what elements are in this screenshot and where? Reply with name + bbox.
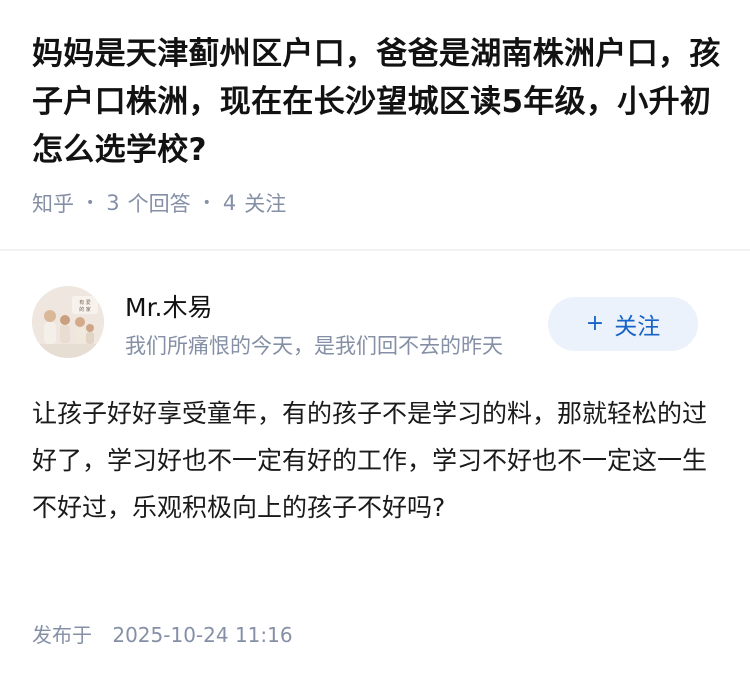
source-label[interactable]: 知乎 (32, 188, 74, 218)
section-divider (0, 249, 750, 251)
publish-label: 发布于 (32, 623, 92, 647)
answer-content[interactable]: 让孩子好好享受童年，有的孩子不是学习的料，那就轻松的过好了，学习好也不一定有好的… (32, 390, 712, 531)
separator-dot: • (86, 195, 95, 211)
follow-button[interactable]: + 关注 (548, 297, 698, 351)
author-bio: 我们所痛恨的今天，是我们回不去的昨天 (125, 334, 503, 358)
follow-count-label[interactable]: 关注 (244, 188, 286, 218)
svg-text:有 爱: 有 爱 (79, 299, 91, 306)
question-title[interactable]: 妈妈是天津蓟州区户口，爸爸是湖南株洲户口，孩子户口株洲，现在在长沙望城区读5年级… (32, 30, 722, 174)
separator-dot: • (202, 195, 211, 211)
family-photo-avatar-icon: 有 爱 的 家 (32, 286, 104, 358)
plus-icon: + (585, 311, 605, 336)
question-header: 妈妈是天津蓟州区户口，爸爸是湖南株洲户口，孩子户口株洲，现在在长沙望城区读5年级… (32, 30, 722, 218)
answer-count-label[interactable]: 个回答 (128, 188, 191, 218)
author-row: 有 爱 的 家 Mr.木易 我们所痛恨的今天，是我们回不去的昨天 + 关注 (32, 286, 698, 358)
follow-button-label: 关注 (614, 314, 661, 340)
publish-info: 发布于 2025-10-24 11:16 (32, 619, 293, 648)
answer-count: 3 (106, 191, 120, 215)
svg-text:的 家: 的 家 (79, 306, 91, 313)
follow-count: 4 (222, 191, 237, 215)
avatar[interactable]: 有 爱 的 家 (32, 286, 104, 358)
publish-time: 2025-10-24 11:16 (112, 623, 293, 647)
question-meta: 知乎 • 3 个回答 • 4 关注 (32, 188, 722, 218)
author-name[interactable]: Mr.木易 (125, 288, 213, 324)
